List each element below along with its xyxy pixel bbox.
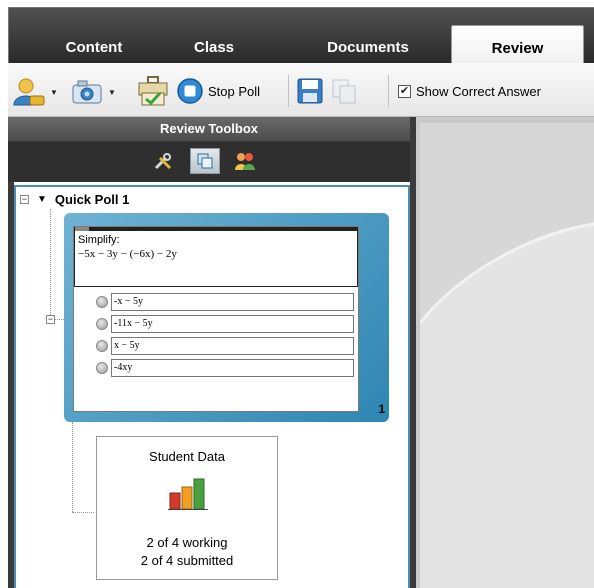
show-correct-answer-checkbox[interactable]: ✔ <box>398 85 411 98</box>
answer-option[interactable]: -4xy <box>96 359 354 377</box>
tools-icon <box>154 153 172 170</box>
radio-button[interactable] <box>96 362 108 374</box>
collapse-icon[interactable]: − <box>20 195 29 204</box>
background-curve <box>420 222 594 588</box>
app-window: Content Class Documents Review ▼ ▼ Stop … <box>8 7 594 588</box>
show-correct-answer-label: Show Correct Answer <box>416 84 541 99</box>
student-data-title: Student Data <box>149 449 225 464</box>
panel-tool-tabs <box>8 142 410 182</box>
stop-poll-button[interactable]: Stop Poll <box>176 77 260 105</box>
slides-tab[interactable] <box>190 148 220 174</box>
toolbar-divider <box>288 75 289 107</box>
slides-icon <box>197 153 213 169</box>
option-text: -x − 5y <box>111 293 354 311</box>
briefcase-check-icon <box>138 76 168 106</box>
toolbar: ▼ ▼ Stop Poll ✔ Show Correct Answer <box>8 63 594 117</box>
stop-poll-label: Stop Poll <box>208 83 261 99</box>
stop-icon <box>177 78 203 104</box>
bar-chart-icon <box>168 478 208 510</box>
student-data-card[interactable]: Student Data 2 of 4 working 2 of 4 submi… <box>96 436 278 580</box>
tools-tab[interactable] <box>148 148 178 174</box>
slide-view-area <box>410 117 594 588</box>
question-text: Simplify: <box>78 234 120 246</box>
working-count: 2 of 4 working <box>146 535 228 550</box>
tab-bar: Content Class Documents Review <box>8 7 594 64</box>
question-marker <box>75 227 89 231</box>
collapse-icon[interactable]: − <box>46 315 55 324</box>
save-button[interactable] <box>296 77 324 105</box>
toolbar-divider <box>388 75 389 107</box>
tab-review[interactable]: Review <box>451 25 584 64</box>
tree-view: − ▼ Quick Poll 1 − Simplify: −5x − 3y − … <box>14 185 410 588</box>
tab-content[interactable]: Content <box>49 36 139 64</box>
tree-root-quick-poll[interactable]: − ▼ Quick Poll 1 <box>20 192 129 207</box>
user-icon <box>13 78 45 106</box>
chevron-down-icon: ▼ <box>108 87 116 97</box>
camera-icon <box>72 80 102 104</box>
review-toolbox-panel: Review Toolbox − ▼ Quick Poll 1 − Simpli… <box>8 117 410 588</box>
slide-view-background <box>420 123 594 588</box>
students-tab[interactable] <box>230 148 260 174</box>
copy-button[interactable] <box>330 77 358 105</box>
answer-option[interactable]: x − 5y <box>96 337 354 355</box>
students-icon <box>235 153 255 170</box>
copy-icon <box>332 79 356 104</box>
tab-documents[interactable]: Documents <box>305 36 431 64</box>
question-box: Simplify: −5x − 3y − (−6x) − 2y <box>74 227 358 287</box>
radio-button[interactable] <box>96 296 108 308</box>
triangle-down-icon[interactable]: ▼ <box>37 194 47 205</box>
tree-connector <box>72 422 73 512</box>
poll-slide-thumbnail[interactable]: Simplify: −5x − 3y − (−6x) − 2y -x − 5y … <box>64 213 389 422</box>
show-correct-answer-toggle[interactable]: ✔ Show Correct Answer <box>398 84 541 99</box>
user-menu-button[interactable]: ▼ <box>12 77 58 107</box>
tab-class[interactable]: Class <box>169 36 259 64</box>
option-text: -11x − 5y <box>111 315 354 333</box>
question-expression: −5x − 3y − (−6x) − 2y <box>78 248 177 260</box>
screen-capture-button[interactable]: ▼ <box>70 77 116 107</box>
radio-button[interactable] <box>96 340 108 352</box>
slide-number: 1 <box>378 402 385 416</box>
radio-button[interactable] <box>96 318 108 330</box>
submitted-count: 2 of 4 submitted <box>140 553 234 568</box>
collect-files-button[interactable] <box>136 75 170 107</box>
chevron-down-icon: ▼ <box>50 87 58 97</box>
answer-option[interactable]: -x − 5y <box>96 293 354 311</box>
option-text: x − 5y <box>111 337 354 355</box>
answer-option[interactable]: -11x − 5y <box>96 315 354 333</box>
panel-title: Review Toolbox <box>8 117 410 142</box>
tree-connector <box>50 209 51 319</box>
tree-connector <box>72 512 94 513</box>
poll-title: Quick Poll 1 <box>54 192 130 207</box>
option-text: -4xy <box>111 359 354 377</box>
save-icon <box>297 78 323 104</box>
slide-content: Simplify: −5x − 3y − (−6x) − 2y -x − 5y … <box>73 226 359 412</box>
